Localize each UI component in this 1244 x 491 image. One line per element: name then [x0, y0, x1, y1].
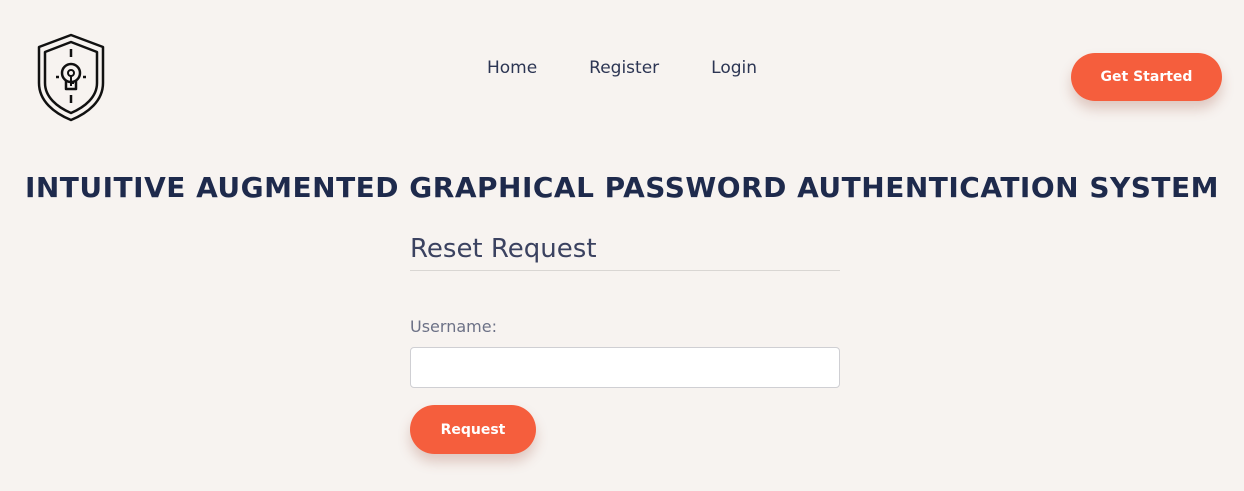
nav-register[interactable]: Register [589, 58, 659, 82]
get-started-button[interactable]: Get Started [1071, 53, 1222, 101]
request-button[interactable]: Request [410, 405, 536, 454]
username-input[interactable] [410, 347, 840, 388]
form-heading: Reset Request [410, 232, 840, 271]
logo[interactable] [36, 33, 106, 123]
main-nav: Home Register Login [0, 58, 1244, 82]
nav-home[interactable]: Home [487, 58, 537, 82]
username-label: Username: [410, 317, 497, 336]
reset-request-form: Reset Request Username: Request [410, 232, 840, 454]
page: Home Register Login Get Started INTUITIV… [0, 0, 1244, 491]
page-title: INTUITIVE AUGMENTED GRAPHICAL PASSWORD A… [24, 170, 1220, 204]
shield-keyhole-icon [37, 33, 105, 122]
nav-login[interactable]: Login [711, 58, 757, 82]
